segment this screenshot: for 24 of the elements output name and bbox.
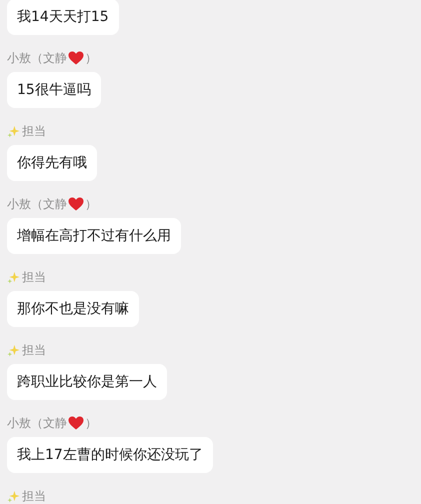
sender-name: 小敖（文静: [7, 196, 67, 212]
sparkle-icon: [7, 490, 20, 502]
heart-icon: [68, 197, 84, 211]
sender-name: 担当: [22, 342, 46, 358]
message-bubble: 那你不也是没有嘛: [7, 291, 139, 327]
sender-name: 小敖（文静: [7, 415, 67, 431]
sparkle-icon: [7, 270, 20, 284]
sender-name-suffix: ）: [85, 196, 97, 212]
sender-name-suffix: ）: [85, 415, 97, 431]
sparkle-icon: [7, 124, 20, 138]
heart-icon: [68, 416, 84, 430]
message-bubble: 你得先有哦: [7, 145, 97, 181]
message-bubble: 跨职业比较你是第一人: [7, 364, 167, 400]
sender-name-suffix: ）: [85, 50, 97, 66]
message-bubble: 15很牛逼吗: [7, 72, 101, 108]
sender-name: 小敖（文静: [7, 50, 67, 66]
message-bubble: 增幅在高打不过有什么用: [7, 218, 181, 254]
message-bubble: 我14天天打15: [7, 0, 119, 35]
sender-name: 担当: [22, 269, 46, 285]
sender-name: 担当: [22, 488, 46, 503]
sender-name: 担当: [22, 123, 46, 139]
sparkle-icon: [7, 344, 20, 356]
message-bubble: 我上17左曹的时候你还没玩了: [7, 437, 213, 473]
heart-icon: [68, 51, 84, 65]
